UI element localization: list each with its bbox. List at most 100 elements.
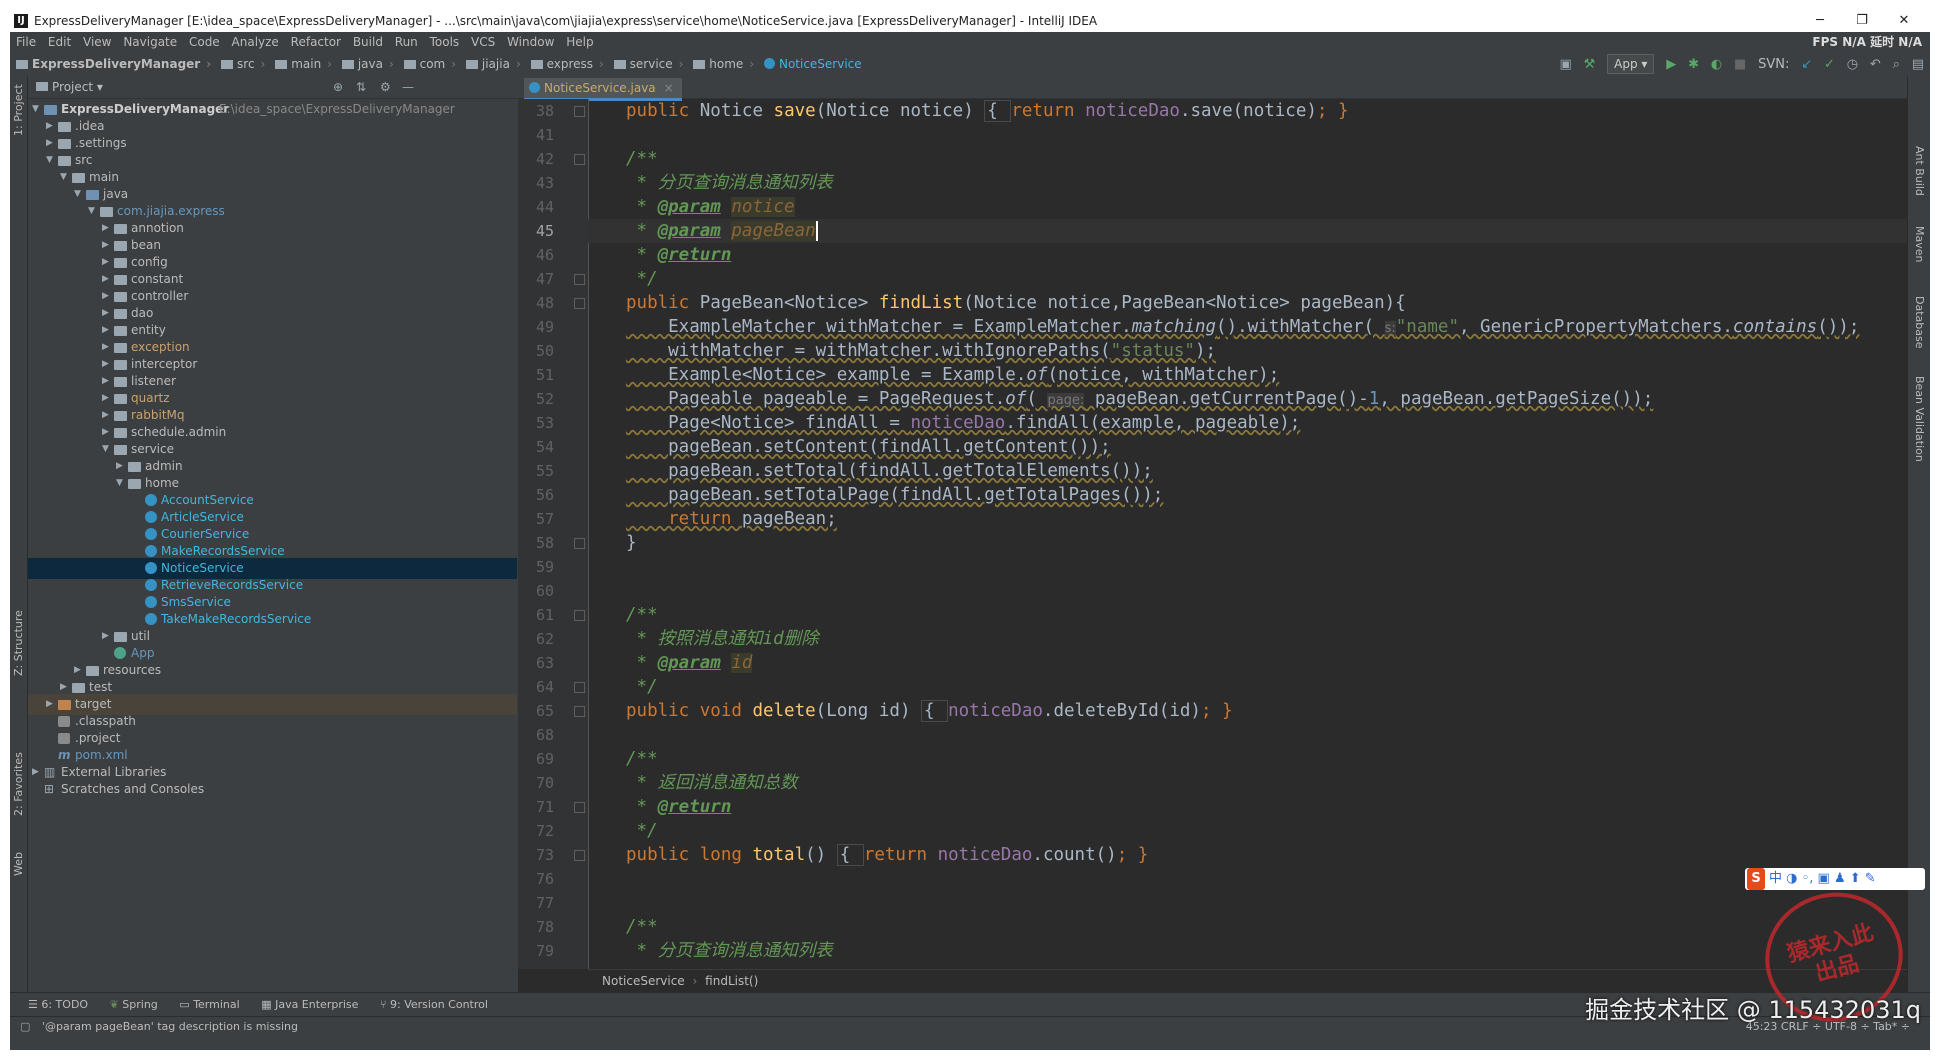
locate-icon[interactable]: ⊕ xyxy=(333,76,343,98)
build-hammer-icon[interactable]: ⚒ xyxy=(1584,53,1596,77)
line-number: 55 xyxy=(535,462,554,480)
crumb-jiajia[interactable]: jiajia › xyxy=(465,52,521,76)
fold-marker-icon[interactable] xyxy=(574,610,585,621)
code-line: return pageBean; xyxy=(626,509,837,529)
title-bar: IJ ExpressDeliveryManager [E:\idea_space… xyxy=(10,10,1930,32)
menu-analyze[interactable]: Analyze xyxy=(232,32,279,52)
menu-tools[interactable]: Tools xyxy=(430,32,460,52)
bean-validation-tool-button[interactable]: Bean Validation xyxy=(1913,376,1926,462)
menu-file[interactable]: File xyxy=(16,32,36,52)
coverage-icon[interactable]: ◐ xyxy=(1711,53,1722,77)
presentation-icon[interactable]: ▤ xyxy=(1912,53,1924,77)
run-config-select[interactable]: App ▾ xyxy=(1607,54,1655,74)
menu-view[interactable]: View xyxy=(83,32,111,52)
ant-build-tool-button[interactable]: Ant Build xyxy=(1913,146,1926,196)
breadcrumb-method[interactable]: findList() xyxy=(705,974,758,988)
gear-icon[interactable]: ⚙ xyxy=(380,76,391,98)
java-enterprise-icon: ▦ xyxy=(261,998,276,1011)
code-line: public void delete(Long id) { noticeDao.… xyxy=(626,700,1233,722)
revert-icon[interactable]: ↶ xyxy=(1870,53,1881,77)
spring-leaf-icon: ❦ xyxy=(109,998,123,1011)
close-button[interactable]: ✕ xyxy=(1884,10,1924,32)
breadcrumb-class[interactable]: NoticeService xyxy=(602,974,685,988)
status-toggle-icon[interactable]: ▢ xyxy=(20,1017,30,1037)
database-tool-button[interactable]: Database xyxy=(1913,296,1926,349)
crumb-src[interactable]: src › xyxy=(221,52,265,76)
code-line: Page<Notice> findAll = noticeDao.findAll… xyxy=(626,413,1301,433)
menu-navigate[interactable]: Navigate xyxy=(123,32,177,52)
code-line: * @param notice xyxy=(626,197,795,217)
crumb-service[interactable]: service › xyxy=(613,52,683,76)
code-line: */ xyxy=(626,269,658,289)
crumb-project[interactable]: ExpressDeliveryManager › xyxy=(16,52,211,76)
menu-code[interactable]: Code xyxy=(189,32,220,52)
crumb-main[interactable]: main › xyxy=(275,52,332,76)
crumb-noticeservice[interactable]: NoticeService xyxy=(763,52,862,76)
package-icon xyxy=(114,445,127,455)
project-structure-icon[interactable]: ▣ xyxy=(1560,53,1572,77)
line-number: 52 xyxy=(535,390,554,408)
structure-tool-button[interactable]: Z: Structure xyxy=(12,610,25,676)
tree-node-scratches[interactable]: ⊞ Scratches and Consoles xyxy=(28,779,517,800)
minimize-button[interactable]: ─ xyxy=(1800,10,1840,32)
hide-icon[interactable]: — xyxy=(402,76,414,98)
web-tool-button[interactable]: Web xyxy=(12,852,25,876)
crumb-home[interactable]: home › xyxy=(693,52,754,76)
fold-marker-icon[interactable] xyxy=(574,802,585,813)
folder-icon xyxy=(72,683,85,693)
menu-build[interactable]: Build xyxy=(353,32,383,52)
version-control-tool-button[interactable]: ⑂ 9: Version Control xyxy=(380,993,488,1017)
close-tab-icon[interactable]: × xyxy=(664,81,674,95)
svn-update-icon[interactable]: ↙ xyxy=(1801,53,1812,77)
favorites-tool-button[interactable]: 2: Favorites xyxy=(12,752,25,816)
fold-marker-icon[interactable] xyxy=(574,850,585,861)
list-icon: ☰ xyxy=(28,998,42,1011)
ime-controls[interactable]: 中 ◑ ◦, ▣ ♟ ⬆ ✎ xyxy=(1769,871,1876,886)
fold-marker-icon[interactable] xyxy=(574,682,585,693)
menu-refactor[interactable]: Refactor xyxy=(291,32,341,52)
crumb-express[interactable]: express › xyxy=(530,52,604,76)
code-line: /** xyxy=(626,149,658,169)
java-enterprise-tool-button[interactable]: ▦ Java Enterprise xyxy=(261,993,358,1017)
history-icon[interactable]: ◷ xyxy=(1847,53,1858,77)
maven-tool-button[interactable]: Maven xyxy=(1913,226,1926,262)
terminal-tool-button[interactable]: ▭ Terminal xyxy=(179,993,239,1017)
line-number: 68 xyxy=(535,726,554,744)
run-icon[interactable]: ▶ xyxy=(1666,53,1676,77)
line-number: 43 xyxy=(535,174,554,192)
menu-run[interactable]: Run xyxy=(395,32,418,52)
code-area[interactable]: public Notice save(Notice notice) { retu… xyxy=(588,99,1913,969)
fold-marker-icon[interactable] xyxy=(574,274,585,285)
search-icon[interactable]: ⌕ xyxy=(1893,53,1900,77)
folder-icon xyxy=(693,60,706,69)
fold-marker-icon[interactable] xyxy=(574,298,585,309)
crumb-java[interactable]: java › xyxy=(341,52,394,76)
menu-help[interactable]: Help xyxy=(566,32,593,52)
tab-noticeservice[interactable]: NoticeService.java × xyxy=(524,78,682,101)
stop-icon[interactable]: ■ xyxy=(1734,53,1746,77)
folder-icon xyxy=(221,60,234,69)
todo-tool-button[interactable]: ☰ 6: TODO xyxy=(28,993,88,1017)
line-number: 57 xyxy=(535,510,554,528)
fold-marker-icon[interactable] xyxy=(574,106,585,117)
fold-marker-icon[interactable] xyxy=(574,706,585,717)
debug-icon[interactable]: ✱ xyxy=(1688,53,1699,77)
fold-marker-icon[interactable] xyxy=(574,154,585,165)
code-line-current: * @param pageBean xyxy=(588,219,1913,243)
restore-button[interactable]: ❐ xyxy=(1842,10,1882,32)
menu-edit[interactable]: Edit xyxy=(48,32,71,52)
package-icon xyxy=(114,377,127,387)
fold-marker-icon[interactable] xyxy=(574,538,585,549)
spring-tool-button[interactable]: ❦ Spring xyxy=(110,993,158,1017)
crumb-com[interactable]: com › xyxy=(403,52,456,76)
line-number: 48 xyxy=(535,294,554,312)
collapse-icon[interactable]: ⇅ xyxy=(356,76,366,98)
menu-vcs[interactable]: VCS xyxy=(471,32,495,52)
project-tool-button[interactable]: 1: Project xyxy=(12,84,25,136)
module-folder-icon xyxy=(44,105,57,115)
ime-toolbar[interactable]: S 中 ◑ ◦, ▣ ♟ ⬆ ✎ xyxy=(1745,868,1925,890)
svn-commit-icon[interactable]: ✓ xyxy=(1824,53,1835,77)
editor-tabs: NoticeService.java × xyxy=(518,76,1930,101)
menu-window[interactable]: Window xyxy=(507,32,554,52)
project-view-select[interactable]: Project ▾ xyxy=(36,76,103,98)
